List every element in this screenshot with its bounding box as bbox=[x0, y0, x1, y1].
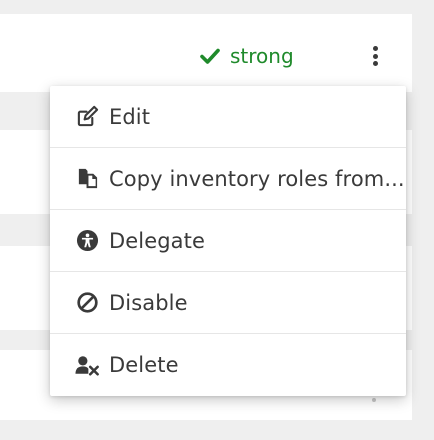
actions-menu-button[interactable] bbox=[344, 30, 406, 82]
kebab-menu-icon[interactable] bbox=[372, 398, 376, 402]
menu-item-disable[interactable]: Disable bbox=[50, 272, 406, 334]
delegate-icon bbox=[75, 229, 99, 253]
menu-item-label: Disable bbox=[109, 290, 188, 315]
status-badge: strong bbox=[200, 43, 294, 69]
delete-user-icon bbox=[75, 353, 99, 377]
menu-item-label: Edit bbox=[109, 104, 151, 129]
edit-icon bbox=[75, 105, 99, 129]
check-icon bbox=[200, 46, 220, 66]
copy-icon bbox=[75, 167, 99, 191]
menu-item-copy-inventory-roles[interactable]: Copy inventory roles from... bbox=[50, 148, 406, 210]
status-text: strong bbox=[230, 44, 294, 68]
menu-item-delete[interactable]: Delete bbox=[50, 334, 406, 396]
menu-item-label: Delegate bbox=[109, 228, 205, 253]
menu-item-delegate[interactable]: Delegate bbox=[50, 210, 406, 272]
menu-item-label: Copy inventory roles from... bbox=[109, 166, 405, 191]
menu-item-label: Delete bbox=[109, 353, 179, 377]
menu-item-edit[interactable]: Edit bbox=[50, 86, 406, 148]
kebab-menu-icon bbox=[372, 46, 378, 66]
disable-icon bbox=[75, 291, 99, 315]
actions-dropdown-menu: Edit Copy inventory roles from... Delega… bbox=[50, 86, 406, 396]
